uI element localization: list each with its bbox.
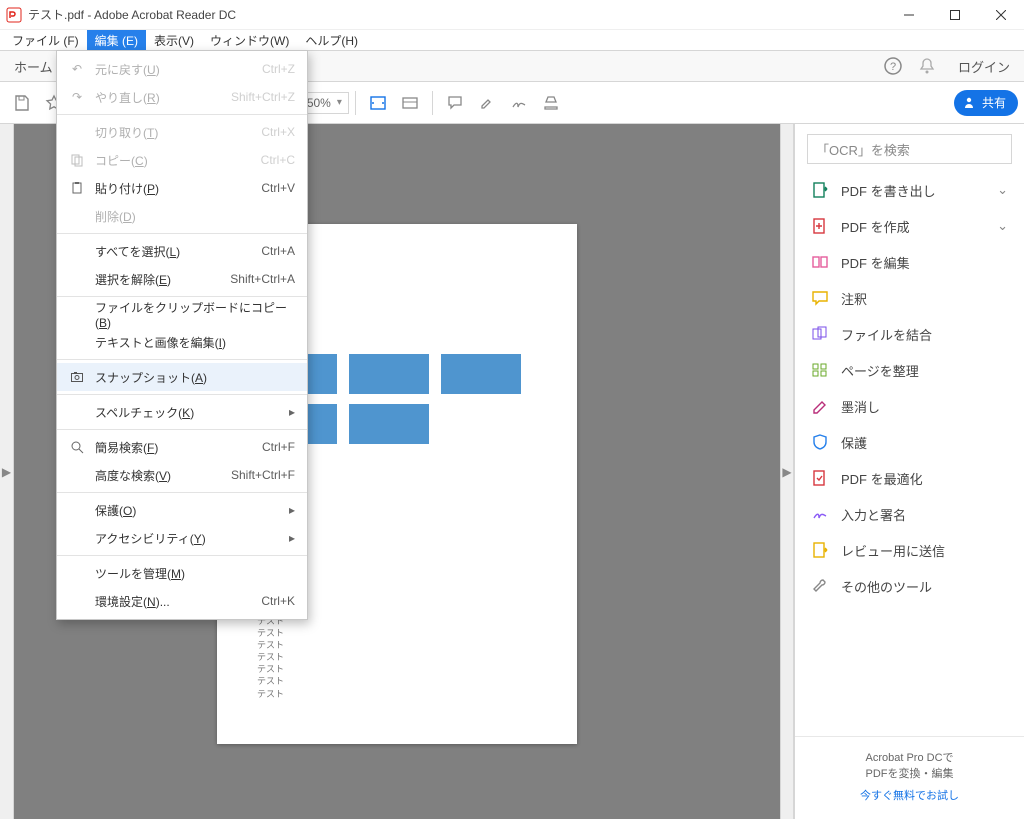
fillsign-icon: [811, 505, 829, 523]
share-button[interactable]: 共有: [954, 90, 1018, 116]
search-icon: [69, 440, 85, 454]
tool-redact[interactable]: 墨消し: [795, 388, 1024, 424]
camera-icon: [69, 370, 85, 384]
doc-block: [441, 354, 521, 394]
doc-block: [349, 354, 429, 394]
submenu-arrow-icon: ▸: [289, 503, 295, 517]
submenu-arrow-icon: ▸: [289, 531, 295, 545]
try-free-link[interactable]: 今すぐ無料でお試し: [803, 787, 1016, 803]
comment-icon[interactable]: [439, 87, 471, 119]
wrench-icon: [811, 577, 829, 595]
optimize-icon: [811, 469, 829, 487]
share-label: 共有: [982, 94, 1006, 111]
edit-menu-dropdown: ↶元に戻す(U)Ctrl+Z ↷やり直し(R)Shift+Ctrl+Z 切り取り…: [56, 50, 308, 620]
page-display-icon[interactable]: [394, 87, 426, 119]
save-icon[interactable]: [6, 87, 38, 119]
menu-spellcheck[interactable]: スペルチェック(K)▸: [57, 398, 307, 426]
export-icon: [811, 181, 829, 199]
menu-edit[interactable]: 編集 (E): [87, 30, 146, 50]
organize-icon: [811, 361, 829, 379]
login-button[interactable]: ログイン: [944, 57, 1024, 76]
stamp-icon[interactable]: [535, 87, 567, 119]
window-title: テスト.pdf - Adobe Acrobat Reader DC: [28, 6, 236, 23]
send-icon: [811, 541, 829, 559]
chevron-down-icon: ▾: [337, 97, 342, 108]
tools-panel: 「OCR」を検索 PDF を書き出し ⌄ PDF を作成 ⌄ PDF を編集 注…: [794, 124, 1024, 819]
combine-icon: [811, 325, 829, 343]
menu-select-all[interactable]: すべてを選択(L)Ctrl+A: [57, 237, 307, 265]
paste-icon: [69, 181, 85, 195]
menu-manage-tools[interactable]: ツールを管理(M): [57, 559, 307, 587]
menu-snapshot[interactable]: スナップショット(A): [57, 363, 307, 391]
doc-block: [349, 404, 429, 444]
chevron-down-icon: ⌄: [997, 182, 1008, 198]
menu-window[interactable]: ウィンドウ(W): [202, 30, 297, 50]
menu-view[interactable]: 表示(V): [146, 30, 202, 50]
menu-deselect[interactable]: 選択を解除(E)Shift+Ctrl+A: [57, 265, 307, 293]
maximize-button[interactable]: [932, 0, 978, 30]
menu-delete[interactable]: 削除(D): [57, 202, 307, 230]
chevron-down-icon: ⌄: [997, 218, 1008, 234]
help-icon[interactable]: ?: [876, 51, 910, 81]
submenu-arrow-icon: ▸: [289, 405, 295, 419]
sign-icon[interactable]: [503, 87, 535, 119]
title-bar: テスト.pdf - Adobe Acrobat Reader DC: [0, 0, 1024, 30]
minimize-button[interactable]: [886, 0, 932, 30]
menu-copy-to-clipboard[interactable]: ファイルをクリップボードにコピー(B): [57, 300, 307, 328]
create-icon: [811, 217, 829, 235]
menu-protect[interactable]: 保護(O)▸: [57, 496, 307, 524]
tool-more[interactable]: その他のツール: [795, 568, 1024, 604]
tool-optimize[interactable]: PDF を最適化: [795, 460, 1024, 496]
tool-fill-sign[interactable]: 入力と署名: [795, 496, 1024, 532]
menu-accessibility[interactable]: アクセシビリティ(Y)▸: [57, 524, 307, 552]
notifications-icon[interactable]: [910, 51, 944, 81]
menu-redo[interactable]: ↷やり直し(R)Shift+Ctrl+Z: [57, 83, 307, 111]
tool-send-review[interactable]: レビュー用に送信: [795, 532, 1024, 568]
menu-undo[interactable]: ↶元に戻す(U)Ctrl+Z: [57, 55, 307, 83]
zoom-value: 50%: [307, 96, 331, 110]
shield-icon: [811, 433, 829, 451]
menu-cut[interactable]: 切り取り(T)Ctrl+X: [57, 118, 307, 146]
tools-search-input[interactable]: 「OCR」を検索: [807, 134, 1012, 164]
edit-icon: [811, 253, 829, 271]
tool-comment[interactable]: 注釈: [795, 280, 1024, 316]
menu-find[interactable]: 簡易検索(F)Ctrl+F: [57, 433, 307, 461]
redact-icon: [811, 397, 829, 415]
menu-advanced-find[interactable]: 高度な検索(V)Shift+Ctrl+F: [57, 461, 307, 489]
tool-export-pdf[interactable]: PDF を書き出し ⌄: [795, 172, 1024, 208]
tool-protect[interactable]: 保護: [795, 424, 1024, 460]
comment-tool-icon: [811, 289, 829, 307]
undo-icon: ↶: [69, 62, 85, 76]
menu-copy[interactable]: コピー(C)Ctrl+C: [57, 146, 307, 174]
menu-bar: ファイル (F) 編集 (E) 表示(V) ウィンドウ(W) ヘルプ(H): [0, 30, 1024, 50]
close-button[interactable]: [978, 0, 1024, 30]
menu-edit-text[interactable]: テキストと画像を編集(I): [57, 328, 307, 356]
menu-file[interactable]: ファイル (F): [4, 30, 87, 50]
tool-create-pdf[interactable]: PDF を作成 ⌄: [795, 208, 1024, 244]
app-icon: [6, 7, 22, 23]
copy-icon: [69, 153, 85, 167]
menu-paste[interactable]: 貼り付け(P)Ctrl+V: [57, 174, 307, 202]
fit-width-icon[interactable]: [362, 87, 394, 119]
right-panel-toggle[interactable]: ▶: [780, 124, 794, 819]
menu-preferences[interactable]: 環境設定(N)...Ctrl+K: [57, 587, 307, 615]
menu-help[interactable]: ヘルプ(H): [297, 30, 366, 50]
svg-text:?: ?: [890, 61, 896, 73]
tool-edit-pdf[interactable]: PDF を編集: [795, 244, 1024, 280]
left-panel-toggle[interactable]: ▶: [0, 124, 14, 819]
highlight-icon[interactable]: [471, 87, 503, 119]
redo-icon: ↷: [69, 90, 85, 104]
tool-combine[interactable]: ファイルを結合: [795, 316, 1024, 352]
panel-footer: Acrobat Pro DCで PDFを変換・編集 今すぐ無料でお試し: [795, 736, 1024, 819]
tool-organize[interactable]: ページを整理: [795, 352, 1024, 388]
